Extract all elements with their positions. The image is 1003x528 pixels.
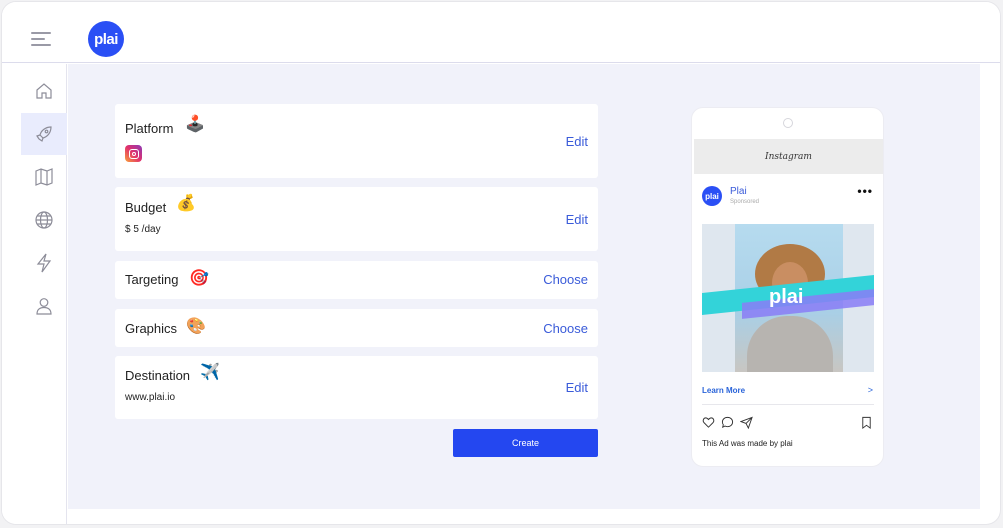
targeting-title: Targeting (125, 272, 179, 287)
destination-edit-link[interactable]: Edit (566, 380, 588, 395)
map-icon (35, 168, 53, 186)
create-button[interactable]: Create (453, 429, 598, 457)
instagram-icon (125, 145, 142, 162)
learn-more-link[interactable]: Learn More (702, 386, 745, 395)
account-avatar: plai (702, 186, 722, 206)
rocket-icon (36, 126, 52, 142)
graphics-choose-link[interactable]: Choose (543, 321, 588, 336)
more-options-icon[interactable]: ••• (857, 184, 873, 198)
user-icon (36, 298, 52, 315)
targeting-choose-link[interactable]: Choose (543, 272, 588, 287)
sidebar-item-automation[interactable] (21, 242, 67, 284)
money-bag-icon: 💰 (176, 195, 196, 212)
post-divider (702, 404, 874, 405)
destination-card: Destination ✈️ www.plai.io Edit (115, 356, 598, 419)
instagram-header: Instagram (694, 139, 883, 174)
home-icon (36, 83, 52, 99)
graphics-card: Graphics 🎨 Choose (115, 309, 598, 347)
account-name: Plai (730, 186, 747, 197)
top-bar: plai (2, 2, 1000, 63)
globe-icon (35, 211, 53, 229)
budget-title: Budget (125, 200, 167, 215)
budget-value: $ 5 /day (125, 224, 161, 235)
heart-icon[interactable] (702, 416, 715, 429)
platform-card: Platform 🕹️ Edit (115, 104, 598, 178)
airplane-icon: ✈️ (200, 364, 220, 381)
platform-edit-link[interactable]: Edit (566, 134, 588, 149)
sidebar-item-global[interactable] (21, 199, 67, 241)
phone-speaker (783, 118, 793, 128)
sidebar-item-campaigns[interactable] (21, 113, 67, 155)
app-window: plai Platform 🕹️ Edit Budget 💰 $ 5 /day … (2, 2, 1000, 524)
sponsored-label: Sponsored (730, 199, 760, 205)
sidebar-item-home[interactable] (21, 70, 67, 112)
plai-logo[interactable]: plai (88, 21, 124, 57)
sidebar-item-account[interactable] (21, 285, 67, 327)
lightning-icon (36, 253, 52, 273)
budget-edit-link[interactable]: Edit (566, 212, 588, 227)
destination-title: Destination (125, 368, 191, 383)
post-caption: This Ad was made by plai (702, 439, 793, 448)
sidebar (2, 64, 67, 524)
main-content: Platform 🕹️ Edit Budget 💰 $ 5 /day Edit … (68, 64, 980, 509)
bookmark-icon[interactable] (860, 416, 873, 434)
graphics-title: Graphics (125, 321, 178, 336)
comment-icon[interactable] (721, 416, 734, 429)
budget-card: Budget 💰 $ 5 /day Edit (115, 187, 598, 251)
ad-image: plai (702, 224, 874, 372)
sidebar-item-guide[interactable] (21, 156, 67, 198)
target-icon: 🎯 (189, 270, 209, 287)
post-action-icons (702, 416, 753, 430)
learn-more-chevron-icon[interactable]: > (868, 385, 873, 395)
palette-icon: 🎨 (186, 318, 206, 335)
joystick-icon: 🕹️ (185, 116, 205, 133)
targeting-card: Targeting 🎯 Choose (115, 261, 598, 299)
ad-image-brand-text: plai (769, 286, 804, 308)
destination-value: www.plai.io (125, 392, 176, 403)
platform-title: Platform (125, 121, 174, 136)
hamburger-icon[interactable] (31, 32, 51, 48)
ad-preview-phone: Instagram plai Plai Sponsored ••• plai L… (691, 107, 884, 467)
share-icon[interactable] (740, 416, 753, 429)
